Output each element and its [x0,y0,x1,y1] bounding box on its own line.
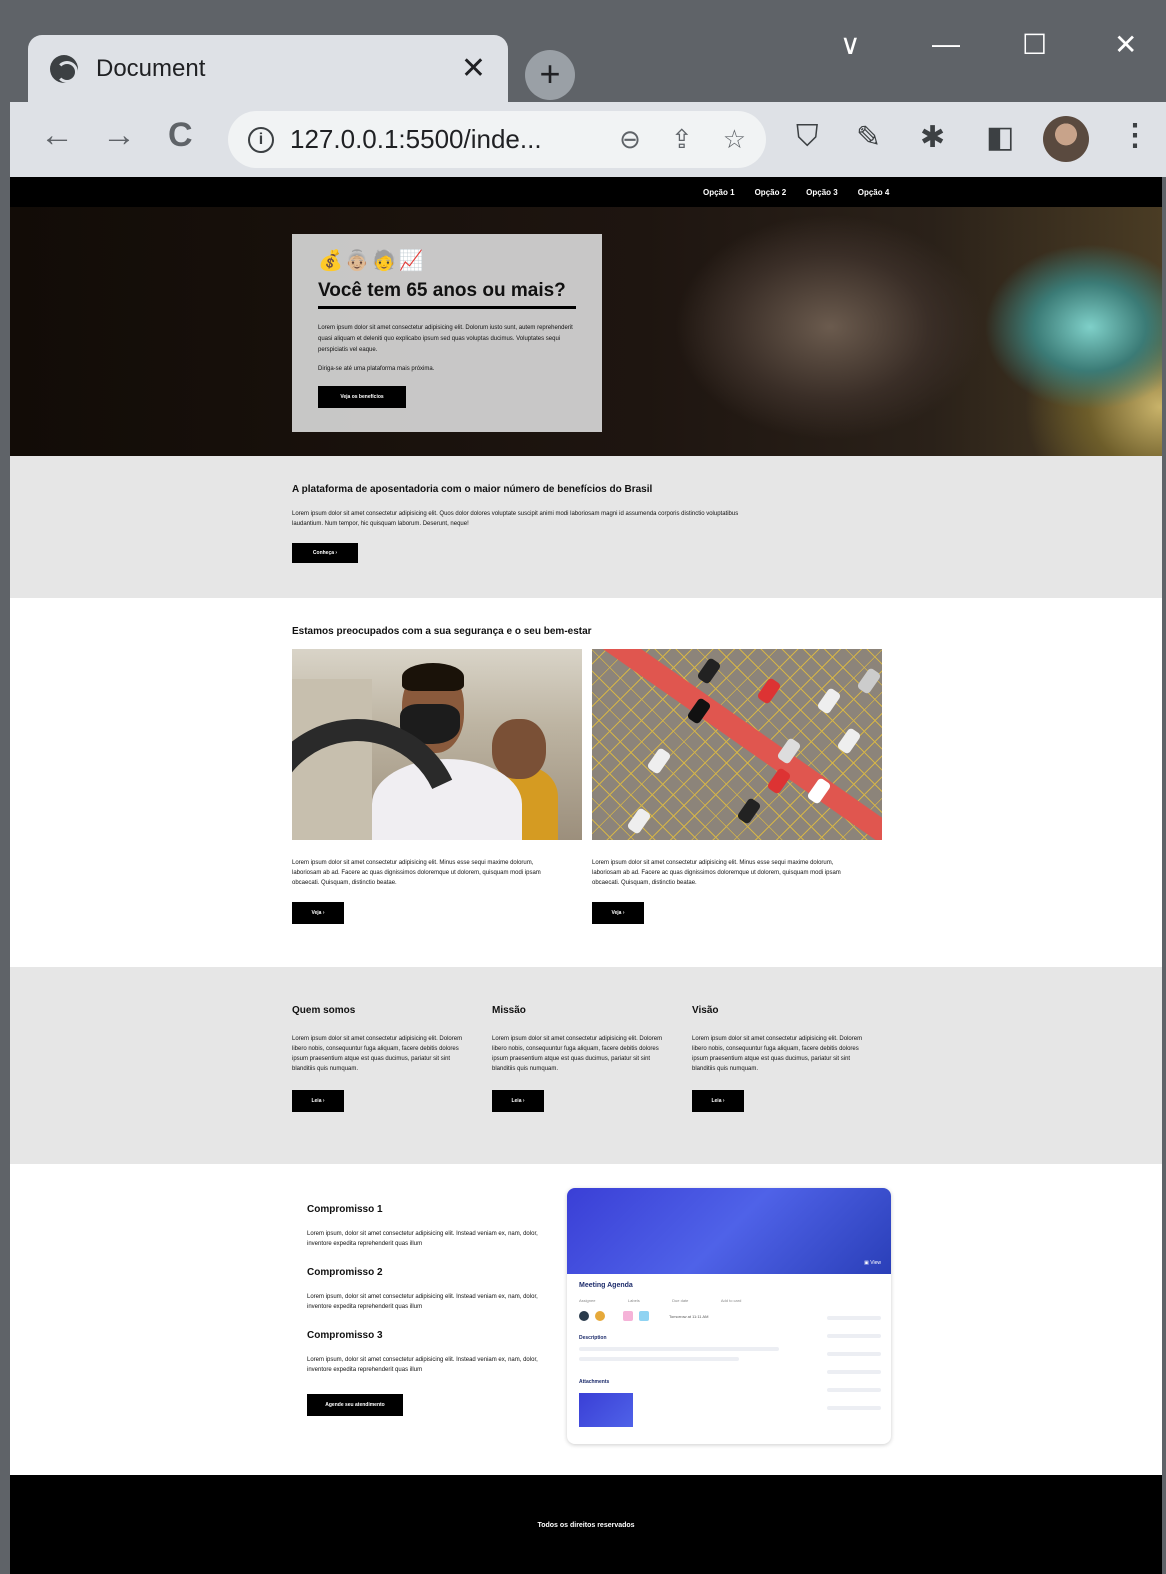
attachment-thumbnail [579,1393,633,1427]
screenshot-view-label: ▣ View [864,1260,881,1266]
minimize-button[interactable]: — [932,28,960,60]
about-text: Lorem ipsum dolor sit amet consectetur a… [292,1036,463,1072]
safety-card-button[interactable]: Veja › [592,902,644,924]
about-column: Missão Lorem ipsum dolor sit amet consec… [492,1005,672,1164]
screenshot-due-date: Tomorrow at 11:11 AM [669,1313,709,1319]
footer-text: Todos os direitos reservados [537,1521,635,1529]
tab-title: Document [96,54,206,82]
browser-tab[interactable]: Document ✕ [28,35,508,102]
new-tab-button[interactable]: + [525,50,575,100]
address-bar[interactable]: i 127.0.0.1:5500/inde... ⊖ ⇪ ☆ [228,111,766,168]
hero-subtext: Diriga-se até uma plataforma mais próxim… [318,366,435,372]
hero-text: Lorem ipsum dolor sit amet consectetur a… [318,325,573,353]
bookmark-star-icon[interactable]: ☆ [723,124,746,155]
about-title: Quem somos [292,1005,356,1016]
url-text: 127.0.0.1:5500/inde... [290,124,542,154]
close-window-button[interactable]: ✕ [1114,28,1137,61]
site-footer: Todos os direitos reservados [10,1475,1162,1574]
commitments-section: Compromisso 1 Lorem ipsum, dolor sit ame… [10,1164,1162,1475]
maximize-button[interactable]: ☐ [1022,28,1047,61]
screenshot-label: Labels [627,1298,640,1303]
nav-item-1[interactable]: Opção 1 [703,188,735,197]
safety-card-text: Lorem ipsum dolor sit amet consectetur a… [292,860,541,886]
screenshot-header-art: ▣ View [567,1188,891,1274]
read-more-button[interactable]: Leia › [292,1090,344,1112]
nav-item-2[interactable]: Opção 2 [755,188,787,197]
screenshot-label: Due date [672,1298,689,1303]
about-text: Lorem ipsum dolor sit amet consectetur a… [692,1036,863,1072]
commitment-text: Lorem ipsum, dolor sit amet consectetur … [307,1357,538,1373]
safety-section: Estamos preocupados com a sua segurança … [10,598,1162,967]
hero-title: Você tem 65 anos ou mais? [318,280,576,309]
forward-button[interactable]: → [102,116,136,155]
menu-kebab-icon[interactable]: ⋮ [1120,118,1150,153]
puzzle-extensions-icon[interactable]: ✱ [920,120,945,155]
safety-card: Lorem ipsum dolor sit amet consectetur a… [592,649,882,924]
screenshot-label: Assignee [579,1298,596,1303]
platform-text: Lorem ipsum dolor sit amet consectetur a… [292,511,739,527]
about-section: Quem somos Lorem ipsum dolor sit amet co… [10,967,1162,1164]
commitment-title: Compromisso 1 [307,1204,383,1215]
browser-toolbar: ← → C i 127.0.0.1:5500/inde... ⊖ ⇪ ☆ ⛉ ✎… [10,102,1166,177]
hero-banner: 💰👵🏼🧓📈 Você tem 65 anos ou mais? Lorem ip… [10,207,1162,456]
about-column: Visão Lorem ipsum dolor sit amet consect… [692,1005,872,1164]
commitment-text: Lorem ipsum, dolor sit amet consectetur … [307,1294,538,1310]
hero-card: 💰👵🏼🧓📈 Você tem 65 anos ou mais? Lorem ip… [292,234,602,432]
side-panel-icon[interactable]: ◧ [986,120,1014,155]
masked-driver-photo [292,649,582,840]
site-info-icon[interactable]: i [248,126,274,153]
commitment-title: Compromisso 3 [307,1330,383,1341]
tab-strip: Document ✕ + ∨ — ☐ ✕ [10,10,1166,102]
close-tab-icon[interactable]: ✕ [461,53,486,84]
profile-avatar[interactable] [1043,116,1089,162]
safety-card: Lorem ipsum dolor sit amet consectetur a… [292,649,582,924]
screenshot-title: Meeting Agenda [579,1282,633,1289]
tab-search-icon[interactable]: ∨ [840,28,861,61]
schedule-button[interactable]: Agende seu atendimento [307,1394,403,1416]
back-button[interactable]: ← [40,116,74,155]
safety-card-button[interactable]: Veja › [292,902,344,924]
read-more-button[interactable]: Leia › [692,1090,744,1112]
read-more-button[interactable]: Leia › [492,1090,544,1112]
platform-section: A plataforma de aposentadoria com o maio… [10,456,1162,598]
safety-card-text: Lorem ipsum dolor sit amet consectetur a… [592,860,841,886]
globe-icon [50,54,78,83]
reload-button[interactable]: C [168,116,193,155]
commitment-text: Lorem ipsum, dolor sit amet consectetur … [307,1231,538,1247]
platform-title: A plataforma de aposentadoria com o maio… [292,484,653,495]
about-text: Lorem ipsum dolor sit amet consectetur a… [492,1036,663,1072]
nav-item-4[interactable]: Opção 4 [858,188,890,197]
about-column: Quem somos Lorem ipsum dolor sit amet co… [292,1005,472,1164]
commitments-list: Compromisso 1 Lorem ipsum, dolor sit ame… [307,1204,547,1416]
screenshot-side-actions [827,1302,881,1410]
aerial-traffic-photo [592,649,882,840]
share-icon[interactable]: ⇪ [671,124,693,155]
nav-item-3[interactable]: Opção 3 [806,188,838,197]
shield-extension-icon[interactable]: ⛉ [796,120,819,154]
screenshot-label: Add to card [720,1298,742,1303]
hero-icons: 💰👵🏼🧓📈 [318,250,426,272]
about-title: Missão [492,1005,526,1016]
eyedropper-extension-icon[interactable]: ✎ [856,120,881,155]
site-nav: Opção 1 Opção 2 Opção 3 Opção 4 [10,177,1162,207]
safety-title: Estamos preocupados com a sua segurança … [292,626,592,637]
learn-more-button[interactable]: Conheça › [292,543,358,563]
benefits-button[interactable]: Veja os benefícios [318,386,406,408]
zoom-icon[interactable]: ⊖ [619,124,641,155]
commitment-title: Compromisso 2 [307,1267,383,1278]
page-viewport: Opção 1 Opção 2 Opção 3 Opção 4 💰👵🏼🧓📈 Vo… [10,177,1162,1574]
about-title: Visão [692,1005,719,1016]
app-screenshot: ▣ View Meeting Agenda Assignee Labels Du… [567,1188,891,1444]
